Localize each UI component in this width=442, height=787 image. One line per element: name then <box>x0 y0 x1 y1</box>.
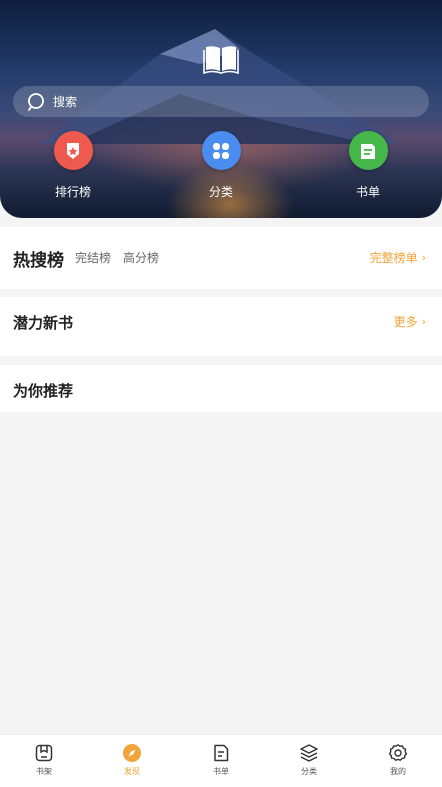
nav-category[interactable]: 分类 <box>279 743 339 777</box>
nav-booklist[interactable]: 书单 <box>191 743 251 777</box>
recommend-section: 为你推荐 <box>0 365 442 412</box>
category-booklist-label: 书单 <box>355 185 380 199</box>
chevron-right-icon: › <box>421 251 426 264</box>
layers-icon <box>300 744 318 762</box>
category-ranking-label: 排行榜 <box>54 185 91 199</box>
category-classify-label: 分类 <box>208 185 233 199</box>
nav-discover[interactable]: 发现 <box>102 743 162 777</box>
more-label: 更多 <box>393 315 418 329</box>
bottom-navigation: 书架 发现 书单 分类 我的 <box>0 734 442 787</box>
booklist-icon <box>348 131 388 170</box>
booklist-icon <box>214 744 229 762</box>
hot-search-section: 热搜榜 完结榜 高分榜 完整榜单 › <box>0 227 442 289</box>
nav-discover-label: 发现 <box>124 767 140 776</box>
nav-booklist-label: 书单 <box>213 767 229 776</box>
new-books-title: 潜力新书 <box>13 314 74 332</box>
hot-search-title: 热搜榜 <box>13 251 64 271</box>
category-ranking[interactable]: 排行榜 <box>33 131 113 200</box>
tab-completed[interactable]: 完结榜 <box>75 249 111 266</box>
open-book-logo-icon <box>203 46 239 74</box>
search-placeholder: 搜索 <box>53 95 78 109</box>
search-icon <box>28 92 44 111</box>
nav-category-label: 分类 <box>301 767 317 776</box>
recommend-title: 为你推荐 <box>13 382 74 400</box>
chevron-right-icon: › <box>421 315 426 328</box>
full-ranking-link[interactable]: 完整榜单 › <box>370 249 426 266</box>
settings-gear-icon <box>388 744 408 761</box>
nav-bookshelf[interactable]: 书架 <box>14 743 74 777</box>
bookshelf-icon <box>35 744 53 762</box>
hero-banner: 搜索 排行榜 分类 书单 <box>0 0 442 218</box>
category-grid-icon <box>201 131 241 170</box>
search-bar[interactable]: 搜索 <box>13 86 429 117</box>
tab-high-score[interactable]: 高分榜 <box>123 249 159 266</box>
category-classify[interactable]: 分类 <box>181 131 261 200</box>
compass-icon <box>123 744 141 762</box>
nav-mine-label: 我的 <box>390 767 406 776</box>
full-ranking-label: 完整榜单 <box>369 251 418 265</box>
nav-bookshelf-label: 书架 <box>36 767 52 776</box>
category-booklist[interactable]: 书单 <box>328 131 408 200</box>
ranking-badge-icon <box>53 131 93 170</box>
nav-mine[interactable]: 我的 <box>368 743 428 777</box>
new-books-section: 潜力新书 更多 › <box>0 297 442 356</box>
more-new-books-link[interactable]: 更多 › <box>394 313 426 330</box>
